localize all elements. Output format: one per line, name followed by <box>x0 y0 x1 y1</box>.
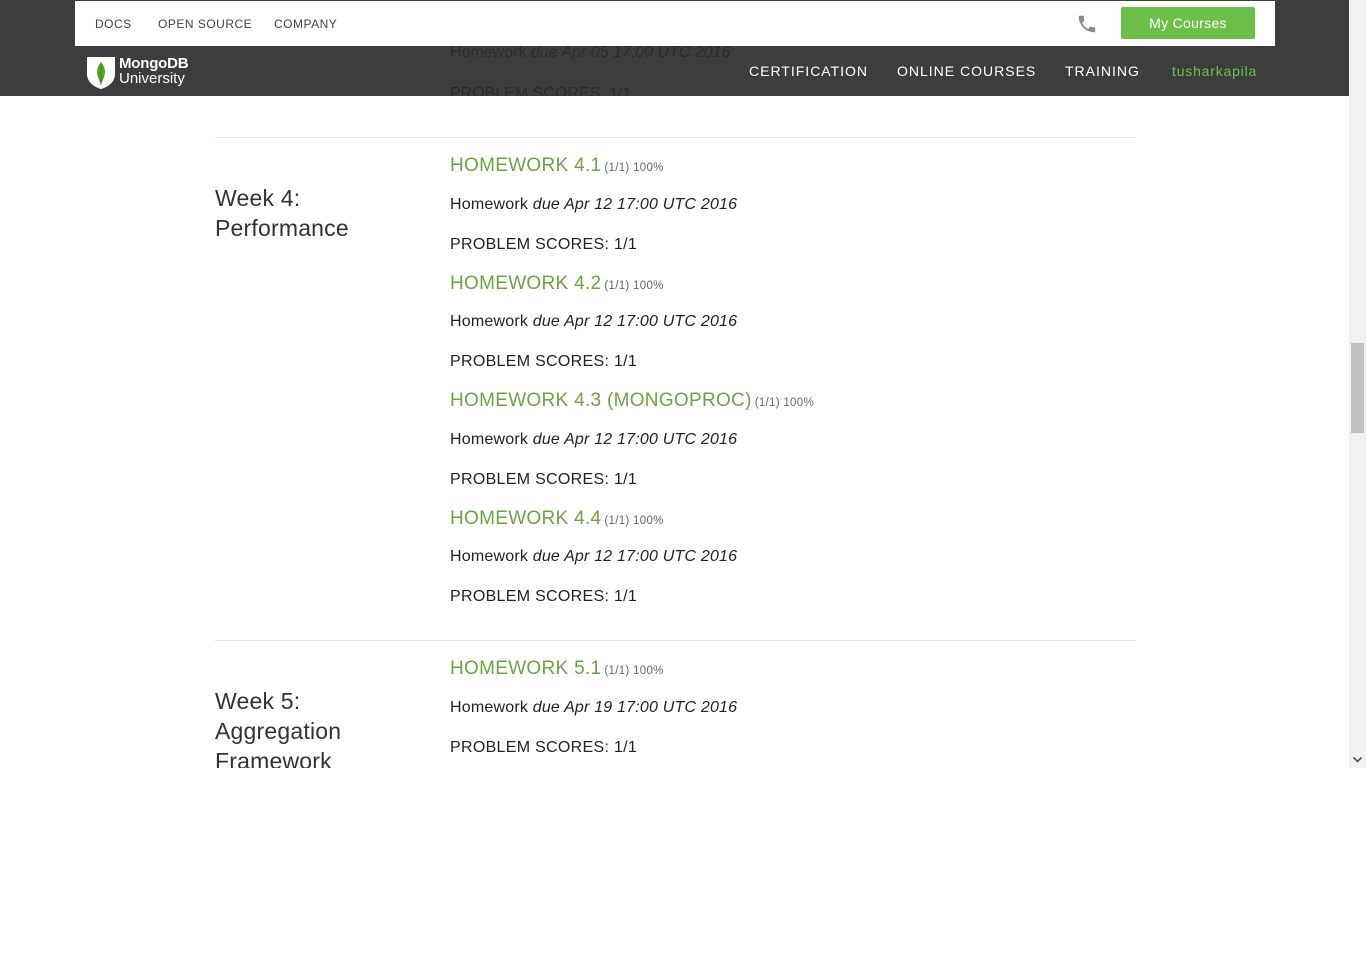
logo-text-university: University <box>119 70 185 87</box>
mongodb-leaf-icon <box>87 57 115 89</box>
homework-4-1: HOMEWORK 4.1 (1/1) 100% <box>450 155 664 177</box>
homework-title-link[interactable]: HOMEWORK 4.2 <box>450 273 601 294</box>
homework-due-date: due Apr 19 17:00 UTC 2016 <box>532 699 738 716</box>
nav-user-account[interactable]: tusharkapila <box>1172 63 1257 79</box>
homework-due-line: Homework due Apr 12 17:00 UTC 2016 <box>450 313 737 331</box>
my-courses-button[interactable]: My Courses <box>1121 7 1255 39</box>
ghost-due: due Apr 05 17:00 UTC 2016 <box>530 44 731 61</box>
homework-due-date: due Apr 12 17:00 UTC 2016 <box>532 196 738 213</box>
week-4-title: Week 4: Performance <box>215 185 349 241</box>
phone-icon[interactable] <box>1076 13 1098 35</box>
homework-due-date: due Apr 12 17:00 UTC 2016 <box>532 313 738 330</box>
homework-due-line: Homework due Apr 12 17:00 UTC 2016 <box>450 431 737 449</box>
problem-scores: PROBLEM SCORES: 1/1 <box>450 471 638 488</box>
homework-title-link[interactable]: HOMEWORK 5.1 <box>450 658 601 679</box>
grades-content: Week 4: Performance HOMEWORK 4.1 (1/1) 10… <box>0 0 1349 768</box>
homework-due-line: Homework due Apr 19 17:00 UTC 2016 <box>450 699 737 717</box>
homework-label: Homework <box>450 313 533 330</box>
homework-score: (1/1) 100% <box>604 515 664 527</box>
scrollbar-thumb[interactable] <box>1351 343 1364 433</box>
top-link-company[interactable]: COMPANY <box>274 17 337 31</box>
page-viewport: Week 4: Performance HOMEWORK 4.1 (1/1) 10… <box>0 0 1366 768</box>
top-link-open-source[interactable]: OPEN SOURCE <box>158 17 252 31</box>
ghost-problem-scores: PROBLEM SCORES: 1/1 <box>450 85 632 96</box>
chevron-down-icon[interactable] <box>1349 751 1366 768</box>
section-divider <box>215 640 1135 641</box>
homework-score: (1/1) 100% <box>604 162 664 174</box>
nav-certification[interactable]: CERTIFICATION <box>749 63 868 79</box>
homework-label: Homework <box>450 548 533 565</box>
homework-score: (1/1) 100% <box>754 397 814 409</box>
homework-label: Homework <box>450 431 533 448</box>
homework-5-1: HOMEWORK 5.1 (1/1) 100% <box>450 658 664 680</box>
top-utility-bar: DOCS OPEN SOURCE COMPANY My Courses <box>75 1 1275 46</box>
homework-title-link[interactable]: HOMEWORK 4.4 <box>450 508 601 529</box>
problem-scores: PROBLEM SCORES: 1/1 <box>450 739 638 756</box>
homework-label: Homework <box>450 196 533 213</box>
week-5-title: Week 5: Aggregation Framework <box>215 688 342 768</box>
homework-due-date: due Apr 12 17:00 UTC 2016 <box>532 548 738 565</box>
homework-4-3: HOMEWORK 4.3 (MONGOPROC) (1/1) 100% <box>450 390 814 412</box>
homework-due-line: Homework due Apr 12 17:00 UTC 2016 <box>450 548 737 566</box>
mongodb-university-logo[interactable]: MongoDB University <box>86 55 196 90</box>
homework-4-4: HOMEWORK 4.4 (1/1) 100% <box>450 508 664 530</box>
section-divider <box>215 137 1135 138</box>
homework-title-link[interactable]: HOMEWORK 4.3 (MONGOPROC) <box>450 390 752 411</box>
problem-scores: PROBLEM SCORES: 1/1 <box>450 236 638 253</box>
nav-training[interactable]: TRAINING <box>1065 63 1140 79</box>
homework-score: (1/1) 100% <box>604 280 664 292</box>
top-link-docs[interactable]: DOCS <box>95 17 132 31</box>
homework-due-line: Homework due Apr 12 17:00 UTC 2016 <box>450 196 737 214</box>
homework-label: Homework <box>450 699 533 716</box>
nav-online-courses[interactable]: ONLINE COURSES <box>897 63 1036 79</box>
problem-scores: PROBLEM SCORES: 1/1 <box>450 588 638 605</box>
ghost-label: Homework <box>450 44 531 61</box>
homework-title-link[interactable]: HOMEWORK 4.1 <box>450 155 601 176</box>
ghost-due-line: Homework due Apr 05 17:00 UTC 2016 <box>450 44 730 62</box>
problem-scores: PROBLEM SCORES: 1/1 <box>450 353 638 370</box>
homework-due-date: due Apr 12 17:00 UTC 2016 <box>532 431 738 448</box>
homework-4-2: HOMEWORK 4.2 (1/1) 100% <box>450 273 664 295</box>
homework-score: (1/1) 100% <box>604 665 664 677</box>
